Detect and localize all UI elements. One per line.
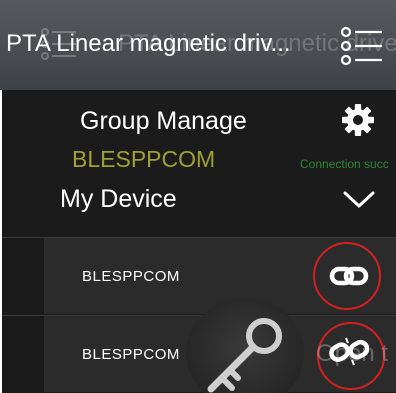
device-name: BLESPPCOM bbox=[82, 346, 180, 363]
my-device-label: My Device bbox=[60, 185, 177, 213]
ghost-connection-status: Connection succ bbox=[300, 157, 389, 171]
ghost-open-text: Open t bbox=[316, 340, 389, 367]
group-manage-label: Group Manage bbox=[80, 107, 247, 135]
key-badge bbox=[186, 298, 304, 393]
highlight-circle bbox=[313, 242, 381, 310]
gear-icon[interactable] bbox=[341, 103, 375, 137]
app-screen: PTA Linear magnetic drive PTA Linear mag… bbox=[0, 0, 396, 393]
menu-list-icon[interactable] bbox=[338, 22, 384, 70]
app-header: PTA Linear magnetic drive PTA Linear mag… bbox=[0, 0, 396, 90]
chevron-down-icon[interactable] bbox=[341, 186, 377, 212]
page-title: PTA Linear magnetic driv... bbox=[6, 30, 291, 57]
ghost-device-name: BLESPPCOM bbox=[72, 146, 216, 172]
key-icon bbox=[207, 318, 282, 393]
device-name: BLESPPCOM bbox=[82, 268, 180, 285]
